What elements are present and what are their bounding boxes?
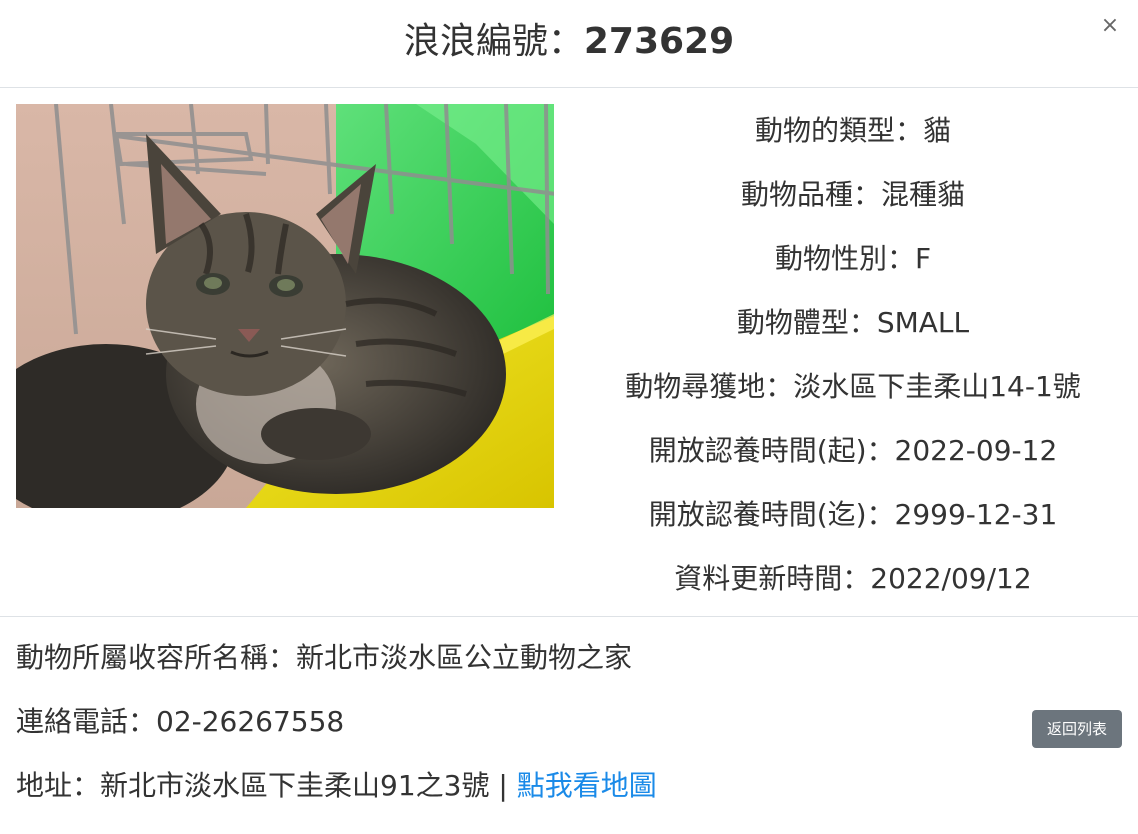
back-to-list-button[interactable]: 返回列表 bbox=[1032, 710, 1122, 748]
shelter-address-text: 地址：新北市淡水區下圭柔山91之3號 | bbox=[16, 769, 517, 802]
info-updated: 資料更新時間：2022/09/12 bbox=[674, 562, 1032, 595]
shelter-address: 地址：新北市淡水區下圭柔山91之3號 | 點我看地圖 bbox=[16, 767, 657, 805]
shelter-phone: 連絡電話：02-26267558 bbox=[16, 705, 345, 738]
modal-header: 浪浪編號：273629 × bbox=[0, 0, 1138, 88]
info-type: 動物的類型：貓 bbox=[754, 114, 951, 147]
cat-photo bbox=[16, 104, 554, 508]
info-found-location: 動物尋獲地：淡水區下圭柔山14-1號 bbox=[625, 370, 1081, 403]
modal-body: 動物的類型：貓 動物品種：混種貓 動物性別：F 動物體型：SMALL 動物尋獲地… bbox=[0, 88, 1138, 617]
info-body-size: 動物體型：SMALL bbox=[736, 306, 970, 339]
info-adopt-end: 開放認養時間(迄)：2999-12-31 bbox=[648, 498, 1058, 531]
info-adopt-start: 開放認養時間(起)：2022-09-12 bbox=[648, 434, 1058, 467]
close-icon[interactable]: × bbox=[1101, 13, 1119, 38]
cat-photo-image bbox=[16, 104, 554, 508]
pet-detail-modal: 浪浪編號：273629 × 動物的類型：貓 動物品種：混種貓 動物性別：F 動物… bbox=[0, 0, 1138, 834]
view-map-link[interactable]: 點我看地圖 bbox=[517, 769, 657, 802]
page-title: 浪浪編號：273629 bbox=[0, 18, 1138, 66]
pet-id-number: 273629 bbox=[583, 21, 735, 62]
shelter-section: 動物所屬收容所名稱：新北市淡水區公立動物之家 連絡電話：02-26267558 … bbox=[0, 617, 1138, 834]
pet-info-list: 動物的類型：貓 動物品種：混種貓 動物性別：F 動物體型：SMALL 動物尋獲地… bbox=[580, 112, 1126, 624]
info-breed: 動物品種：混種貓 bbox=[740, 178, 965, 211]
info-sex: 動物性別：F bbox=[774, 242, 932, 275]
close-button[interactable]: × bbox=[1098, 14, 1122, 38]
shelter-name: 動物所屬收容所名稱：新北市淡水區公立動物之家 bbox=[16, 641, 633, 674]
title-label: 浪浪編號： bbox=[403, 21, 584, 62]
